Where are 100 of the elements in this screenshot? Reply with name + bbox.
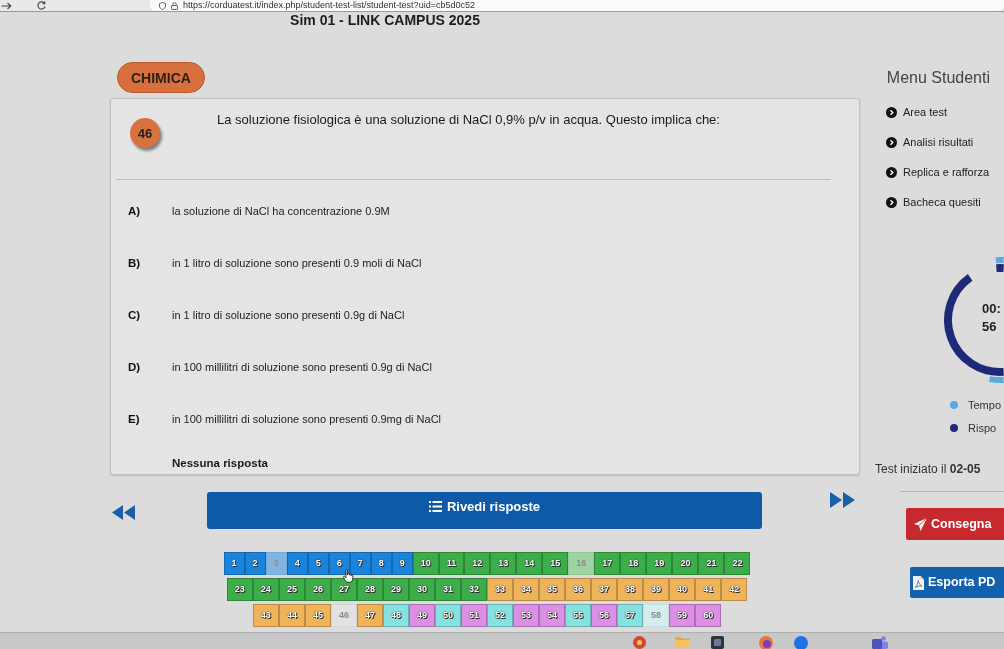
question-number-button[interactable]: 38 <box>617 578 644 601</box>
question-number-button[interactable]: 47 <box>356 604 383 627</box>
question-number-button[interactable]: 37 <box>591 578 618 601</box>
chevron-circle-icon <box>886 166 897 178</box>
question-number-button[interactable]: 30 <box>408 578 435 601</box>
question-number-button[interactable]: 40 <box>669 578 696 601</box>
question-number-button[interactable]: 59 <box>669 604 696 627</box>
question-number-button[interactable]: 56 <box>591 604 618 627</box>
question-number-button[interactable]: 28 <box>356 578 383 601</box>
reload-icon[interactable] <box>37 1 46 10</box>
chevron-circle-icon <box>886 136 897 148</box>
question-number-button[interactable]: 23 <box>226 578 253 601</box>
address-field[interactable]: https://corduatest.it/index.php/student-test-list/student-test?uid=cb5d0c52 <box>150 0 1004 11</box>
submit-button[interactable]: Consegna <box>906 508 1004 540</box>
menu-title: Menu Studenti <box>886 69 990 87</box>
question-number-button[interactable]: 32 <box>461 578 487 601</box>
question-number-button[interactable]: 42 <box>721 578 748 601</box>
question-number-button[interactable]: 2 <box>244 552 266 575</box>
question-number-button[interactable]: 46 <box>330 604 357 627</box>
question-number-button[interactable]: 9 <box>391 552 413 575</box>
question-number-button[interactable]: 33 <box>487 578 513 601</box>
question-number-button[interactable]: 35 <box>539 578 566 601</box>
square-app-icon[interactable] <box>711 636 724 649</box>
question-number-button[interactable]: 52 <box>487 604 513 627</box>
question-number-button[interactable]: 58 <box>643 604 670 627</box>
question-number-button[interactable]: 10 <box>412 552 439 575</box>
lock-icon <box>171 1 178 10</box>
question-number-button[interactable]: 3 <box>265 552 287 575</box>
question-number-button[interactable]: 36 <box>565 578 592 601</box>
question-number-button[interactable]: 22 <box>724 552 751 575</box>
answer-option[interactable]: in 1 litro di soluzione sono presenti 0.9g di NaCl <box>172 308 405 322</box>
question-number-button[interactable]: 12 <box>464 552 491 575</box>
circle-app-icon[interactable] <box>633 636 646 649</box>
export-pdf-button[interactable]: Esporta PD <box>910 567 1004 598</box>
legend-label: Rispo <box>968 420 997 435</box>
question-number-button[interactable]: 44 <box>278 604 305 627</box>
question-number-button[interactable]: 57 <box>617 604 644 627</box>
chevron-circle-icon <box>886 196 897 208</box>
question-number-button[interactable]: 29 <box>382 578 409 601</box>
question-number-button[interactable]: 8 <box>370 552 392 575</box>
chevron-circle-icon <box>886 106 897 118</box>
question-number-button[interactable]: 21 <box>698 552 725 575</box>
question-number-button[interactable]: 16 <box>568 552 595 575</box>
circle-app-icon[interactable] <box>759 636 773 649</box>
question-number-button[interactable]: 43 <box>252 604 279 627</box>
hand-cursor-icon <box>343 569 354 583</box>
pdf-file-icon <box>913 575 924 590</box>
double-left-arrow-icon[interactable] <box>112 505 135 520</box>
question-number-button[interactable]: 15 <box>542 552 569 575</box>
question-number-button[interactable]: 41 <box>695 578 722 601</box>
paper-plane-icon <box>914 517 927 531</box>
option-letter: C) <box>128 308 142 322</box>
menu-link[interactable]: Analisi risultati <box>860 127 974 157</box>
circle-app-icon[interactable] <box>794 636 808 649</box>
people-app-icon[interactable] <box>872 636 888 649</box>
answer-option[interactable]: in 1 litro di soluzione sono presenti 0.9 moli di NaCl <box>172 256 422 270</box>
question-number-button[interactable]: 55 <box>565 604 592 627</box>
option-letter: A) <box>128 204 142 218</box>
question-number-button[interactable]: 13 <box>490 552 517 575</box>
menu-link[interactable]: Replica e rafforza <box>860 157 989 187</box>
answer-option[interactable]: la soluzione di NaCl ha concentrazione 0.9M <box>172 204 390 218</box>
review-answers-button[interactable]: Rivedi risposte <box>207 492 762 529</box>
shield-icon <box>159 1 166 10</box>
question-number-button[interactable]: 54 <box>539 604 566 627</box>
question-number-button[interactable]: 20 <box>672 552 699 575</box>
answer-option[interactable]: in 100 millilitri di soluzione sono presenti 0.9g di NaCl <box>172 360 432 374</box>
question-number-button[interactable]: 34 <box>513 578 540 601</box>
question-number-button[interactable]: 18 <box>620 552 647 575</box>
question-number-button[interactable]: 14 <box>516 552 543 575</box>
menu-link[interactable]: Area test <box>860 97 948 127</box>
question-number-button[interactable]: 24 <box>252 578 279 601</box>
question-number-button[interactable]: 26 <box>304 578 331 601</box>
question-number-button[interactable]: 51 <box>461 604 487 627</box>
question-number-button[interactable]: 50 <box>434 604 461 627</box>
question-number-button[interactable]: 1 <box>223 552 245 575</box>
answer-option[interactable]: in 100 millilitri di soluzione sono presenti 0.9mg di NaCl <box>172 412 442 426</box>
timer-time: 00: <box>982 302 1001 316</box>
question-number-button[interactable]: 4 <box>286 552 308 575</box>
question-number-button[interactable]: 49 <box>408 604 435 627</box>
subject-tag: CHIMICA <box>117 62 205 93</box>
legend-label: Tempo <box>968 397 1002 412</box>
question-number-button[interactable]: 25 <box>278 578 305 601</box>
question-number-button[interactable]: 45 <box>304 604 331 627</box>
question-number-button[interactable]: 31 <box>434 578 461 601</box>
question-number-button[interactable]: 5 <box>307 552 329 575</box>
no-answer-option[interactable]: Nessuna risposta <box>172 456 268 470</box>
question-number-button[interactable]: 53 <box>513 604 540 627</box>
page-title: Sim 01 - LINK CAMPUS 2025 <box>290 13 480 27</box>
question-number-button[interactable]: 17 <box>594 552 621 575</box>
question-number-button[interactable]: 39 <box>643 578 670 601</box>
option-letter: D) <box>128 360 142 374</box>
forward-icon[interactable] <box>1 1 12 10</box>
question-number-button[interactable]: 48 <box>382 604 409 627</box>
menu-link[interactable]: Bacheca quesiti <box>860 187 981 217</box>
question-number: 46 <box>130 118 160 148</box>
question-number-button[interactable]: 60 <box>695 604 722 627</box>
double-right-arrow-icon[interactable] <box>830 492 855 508</box>
question-number-button[interactable]: 19 <box>646 552 673 575</box>
option-letter: E) <box>128 412 141 426</box>
question-number-button[interactable]: 11 <box>438 552 465 575</box>
